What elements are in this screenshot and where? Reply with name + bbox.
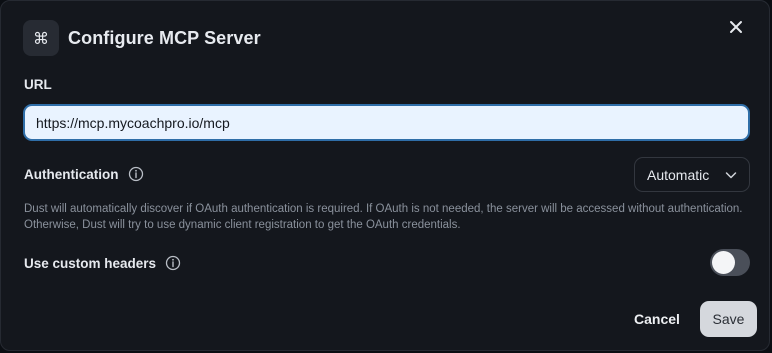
authentication-description: Dust will automatically discover if OAut…	[24, 203, 743, 231]
custom-headers-toggle[interactable]	[710, 249, 750, 276]
dialog-title: Configure MCP Server	[68, 27, 261, 48]
chevron-down-icon	[725, 171, 737, 178]
cancel-button[interactable]: Cancel	[622, 302, 692, 336]
url-input[interactable]	[23, 104, 750, 141]
authentication-select-value: Automatic	[647, 166, 710, 183]
toggle-knob	[712, 251, 735, 274]
authentication-row: Authentication	[24, 166, 144, 182]
command-icon: ⌘	[23, 20, 59, 56]
custom-headers-label: Use custom headers	[24, 255, 157, 271]
dialog-header: ⌘ Configure MCP Server	[23, 20, 261, 56]
info-icon[interactable]	[165, 255, 181, 271]
custom-headers-row: Use custom headers	[24, 255, 181, 271]
close-icon	[730, 21, 742, 33]
info-icon[interactable]	[128, 166, 144, 182]
configure-mcp-dialog: ⌘ Configure MCP Server URL Authenticatio…	[0, 0, 770, 351]
close-button[interactable]	[725, 16, 747, 38]
authentication-label: Authentication	[24, 166, 119, 182]
save-button[interactable]: Save	[700, 301, 757, 337]
url-label: URL	[24, 77, 52, 92]
authentication-select[interactable]: Automatic	[634, 157, 750, 192]
